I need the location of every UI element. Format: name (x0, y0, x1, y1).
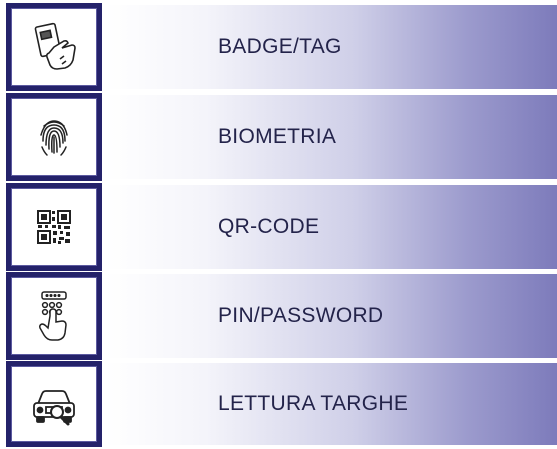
list-item-label: QR-CODE (218, 215, 320, 238)
list-item-label: BADGE/TAG (218, 35, 342, 58)
list-item-badge-tag[interactable]: BADGE/TAG (0, 3, 557, 91)
license-plate-car-icon (24, 374, 84, 434)
list-item-label: LETTURA TARGHE (218, 392, 409, 415)
keypad-pin-icon (24, 286, 84, 346)
list-item-qr-code[interactable]: QR-CODE (0, 183, 557, 271)
list-item-biometria[interactable]: BIOMETRIA (0, 93, 557, 181)
access-methods-list: BADGE/TAG BIOMETRIA QR-CODE PIN/PASSWORD… (0, 0, 557, 449)
icon-frame (6, 183, 102, 271)
icon-frame (6, 361, 102, 447)
list-item-pin-password[interactable]: PIN/PASSWORD (0, 272, 557, 360)
row-band (106, 185, 557, 269)
qr-code-icon (24, 197, 84, 257)
icon-frame (6, 272, 102, 360)
fingerprint-icon (24, 107, 84, 167)
list-item-label: BIOMETRIA (218, 125, 337, 148)
icon-frame (6, 3, 102, 91)
list-item-lettura-targhe[interactable]: LETTURA TARGHE (0, 361, 557, 447)
icon-frame (6, 93, 102, 181)
list-item-label: PIN/PASSWORD (218, 304, 384, 327)
badge-tap-icon (24, 17, 84, 77)
